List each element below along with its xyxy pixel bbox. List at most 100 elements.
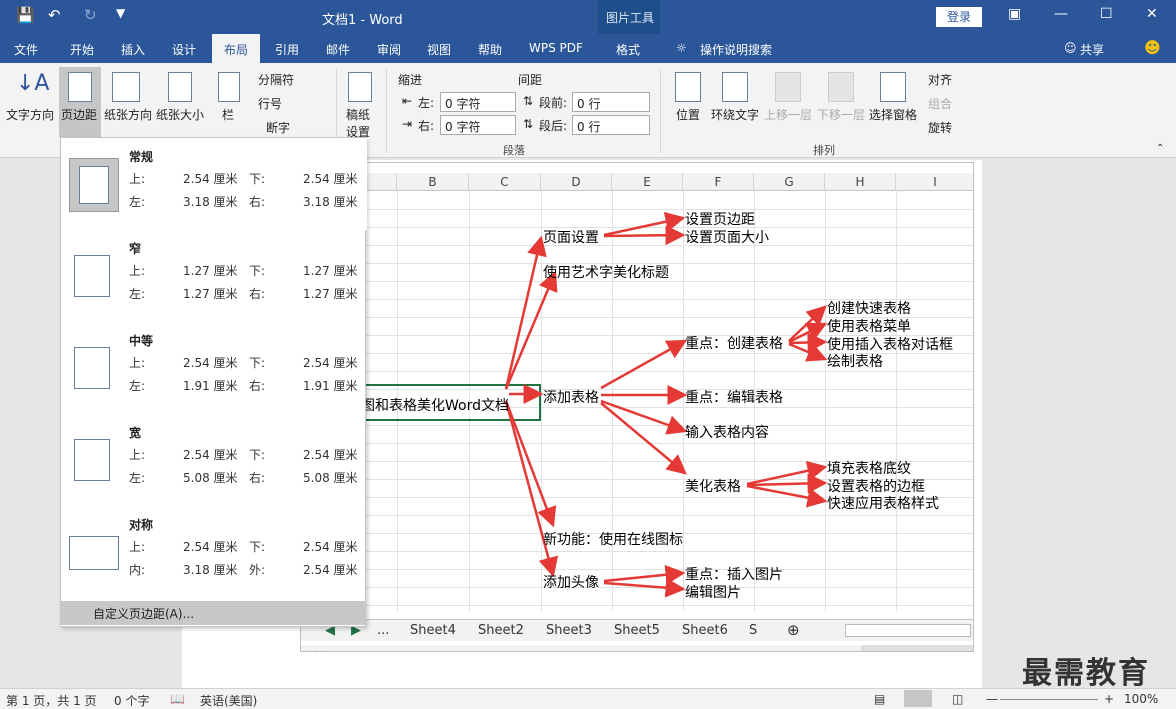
zoom-in-icon[interactable]: +: [1104, 692, 1114, 706]
hyphenation-button[interactable]: 断字: [266, 119, 290, 136]
margin-preset-wide[interactable]: 宽 上: 2.54 厘米 下: 2.54 厘米 左: 5.08 厘米 右: 5.…: [61, 414, 367, 506]
horizontal-scrollbar[interactable]: [845, 624, 971, 637]
share-button[interactable]: 共享: [1080, 41, 1104, 58]
send-backward-icon: [828, 72, 854, 102]
label: 右:: [249, 195, 266, 209]
redo-icon[interactable]: ↻: [84, 6, 97, 24]
zoom-level[interactable]: 100%: [1124, 692, 1158, 706]
share-icon[interactable]: ☺: [1064, 41, 1077, 55]
selection-pane-button[interactable]: 选择窗格: [869, 106, 917, 123]
margin-preset-normal[interactable]: 常规 上: 2.54 厘米 下: 2.54 厘米 左: 3.18 厘米 右: 3…: [61, 138, 367, 230]
tab-insert[interactable]: 插入: [121, 41, 145, 58]
print-layout-icon[interactable]: [904, 690, 932, 707]
minimize-button[interactable]: —: [1054, 6, 1068, 22]
align-button[interactable]: 对齐: [928, 71, 952, 88]
word-count[interactable]: 0 个字: [114, 692, 149, 709]
sheet-tab[interactable]: Sheet6: [682, 623, 728, 638]
page-count[interactable]: 第 1 页，共 1 页: [6, 692, 97, 709]
ready-status: 就绪: [307, 648, 331, 651]
mindmap-node: 使用艺术字美化标题: [543, 265, 669, 281]
indent-right-field[interactable]: 0 字符: [440, 115, 516, 135]
close-button[interactable]: ✕: [1146, 6, 1158, 22]
sheet-tab[interactable]: Sheet4: [410, 623, 456, 638]
view-buttons[interactable]: [861, 645, 973, 651]
margin-preset-narrow[interactable]: 窄 上: 1.27 厘米 下: 1.27 厘米 左: 1.27 厘米 右: 1.…: [61, 230, 367, 322]
line-numbers-button[interactable]: 行号: [258, 95, 282, 112]
text-direction-button[interactable]: 文字方向: [6, 106, 54, 123]
sheet-tab[interactable]: S: [749, 623, 757, 638]
paper-size-button[interactable]: 纸张大小: [156, 106, 204, 123]
tab-layout[interactable]: 布局: [212, 34, 261, 63]
zoom-out-icon[interactable]: —: [986, 692, 998, 706]
rotate-button[interactable]: 旋转: [928, 119, 952, 136]
margin-preset-mirrored[interactable]: 对称 上: 2.54 厘米 下: 2.54 厘米 内: 3.18 厘米 外: 2…: [61, 506, 367, 598]
send-backward-button[interactable]: 下移一层: [817, 106, 865, 123]
mindmap-node: 创建快速表格: [827, 301, 911, 317]
smiley-feedback-icon[interactable]: ☻: [1144, 38, 1161, 57]
orientation-button[interactable]: 纸张方向: [104, 106, 152, 123]
custom-margins-button[interactable]: 自定义页边距(A)...: [61, 601, 365, 625]
sheet-tab[interactable]: Sheet3: [546, 623, 592, 638]
language[interactable]: 英语(美国): [200, 692, 257, 709]
tab-design[interactable]: 设计: [172, 41, 196, 58]
position-button[interactable]: 位置: [676, 106, 700, 123]
spacing-before-field[interactable]: 0 行: [572, 92, 650, 112]
indent-left-field[interactable]: 0 字符: [440, 92, 516, 112]
label: 左:: [129, 471, 146, 485]
label: 上:: [129, 448, 146, 462]
ribbon-display-icon[interactable]: ▣: [1008, 6, 1021, 22]
tab-wps-pdf[interactable]: WPS PDF: [529, 41, 583, 55]
label: 上:: [129, 356, 146, 370]
tab-home[interactable]: 开始: [70, 41, 94, 58]
breaks-button[interactable]: 分隔符: [258, 71, 294, 88]
maximize-button[interactable]: ☐: [1100, 6, 1113, 22]
mindmap-node: 输入表格内容: [685, 425, 769, 441]
read-mode-icon[interactable]: ▤: [874, 692, 885, 706]
label: 上:: [129, 172, 146, 186]
customize-qat-icon[interactable]: ▼: [116, 6, 125, 20]
sheet-tab[interactable]: Sheet2: [478, 623, 524, 638]
draft-paper-button[interactable]: 稿纸 设置: [346, 106, 370, 140]
orientation-icon: [112, 72, 140, 102]
value: 1.27 厘米: [303, 287, 358, 301]
value: 2.54 厘米: [183, 356, 238, 370]
embedded-spreadsheet[interactable]: B C D E F G H I 图和表格美化Word文档 页面设置 设置页边距 …: [300, 162, 974, 652]
margin-preview-icon: [69, 526, 119, 580]
bring-forward-button[interactable]: 上移一层: [764, 106, 812, 123]
label: 右:: [249, 287, 266, 301]
tab-mailings[interactable]: 邮件: [326, 41, 350, 58]
zoom-slider[interactable]: [1000, 699, 1098, 700]
proofing-icon[interactable]: 📖: [170, 692, 185, 706]
preset-name: 常规: [129, 150, 154, 164]
save-icon[interactable]: 💾: [16, 6, 35, 24]
window-title: 文档1 - Word: [322, 13, 403, 28]
mindmap-node: 美化表格: [685, 479, 741, 495]
group-button[interactable]: 组合: [928, 95, 952, 112]
mindmap-node: 重点：插入图片: [685, 567, 783, 583]
login-button[interactable]: 登录: [936, 7, 982, 27]
spacing-after-field[interactable]: 0 行: [572, 115, 650, 135]
tab-format[interactable]: 格式: [616, 41, 640, 58]
add-sheet-icon[interactable]: ⊕: [787, 621, 800, 639]
tab-file[interactable]: 文件: [14, 41, 38, 58]
tab-references[interactable]: 引用: [275, 41, 299, 58]
label: 上:: [129, 264, 146, 278]
spacing-after-icon: ⇅: [523, 117, 534, 131]
tell-me-search[interactable]: 操作说明搜索: [700, 41, 772, 58]
margin-preview-icon: [69, 342, 119, 396]
tab-review[interactable]: 审阅: [377, 41, 401, 58]
tab-help[interactable]: 帮助: [478, 41, 502, 58]
more-sheets[interactable]: ...: [377, 623, 389, 638]
margins-button[interactable]: 页边距: [61, 106, 97, 123]
collapse-ribbon-icon[interactable]: ⌃: [1156, 143, 1164, 154]
value: 1.27 厘米: [183, 264, 238, 278]
wrap-text-button[interactable]: 环绕文字: [711, 106, 759, 123]
tab-view[interactable]: 视图: [427, 41, 451, 58]
margin-preset-moderate[interactable]: 中等 上: 2.54 厘米 下: 2.54 厘米 左: 1.91 厘米 右: 1…: [61, 322, 367, 414]
sheet-tab[interactable]: Sheet5: [614, 623, 660, 638]
ribbon-tabs: 文件 开始 插入 设计 布局 引用 邮件 审阅 视图 帮助 WPS PDF 格式…: [0, 34, 1176, 63]
label: 右:: [249, 471, 266, 485]
web-layout-icon[interactable]: ◫: [952, 692, 963, 706]
columns-button[interactable]: 栏: [222, 106, 234, 123]
undo-icon[interactable]: ↶: [48, 6, 61, 24]
